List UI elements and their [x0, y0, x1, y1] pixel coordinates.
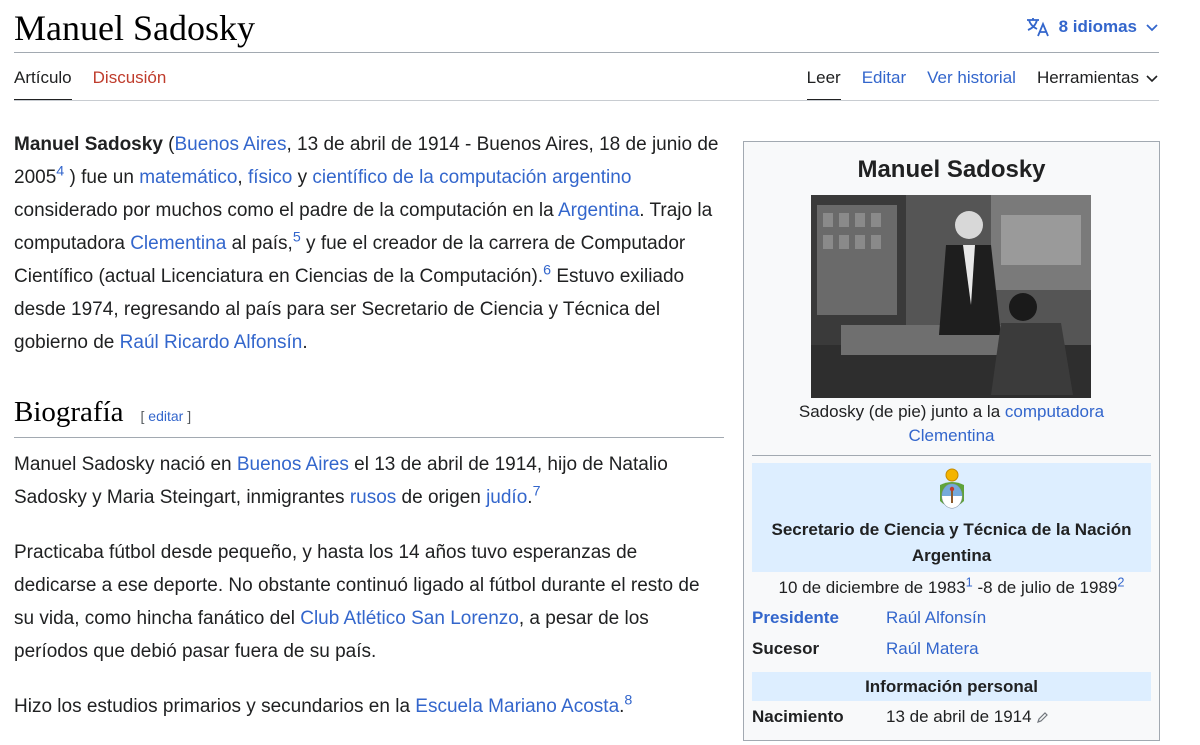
- page-header: Manuel Sadosky 8 idiomas: [14, 0, 1159, 53]
- text: ) fue un: [64, 167, 140, 188]
- personal-info-heading: Información personal: [752, 672, 1151, 701]
- office-dates: 10 de diciembre de 19831 -8 de julio de …: [744, 574, 1159, 602]
- page-title: Manuel Sadosky: [14, 8, 255, 48]
- link-escuela-mariano-acosta[interactable]: Escuela Mariano Acosta: [415, 696, 619, 717]
- article-body: Manuel Sadosky (Buenos Aires, 13 de abri…: [14, 128, 724, 745]
- link-san-lorenzo[interactable]: Club Atlético San Lorenzo: [300, 608, 519, 629]
- text: (: [162, 134, 175, 155]
- link-buenos-aires[interactable]: Buenos Aires: [237, 454, 349, 475]
- tab-history[interactable]: Ver historial: [927, 64, 1016, 101]
- bio-paragraph-2: Practicaba fútbol desde pequeño, y hasta…: [14, 536, 724, 668]
- link-cientifico-computacion[interactable]: científico de la computación argentino: [312, 167, 631, 188]
- tools-label: Herramientas: [1036, 68, 1139, 87]
- reference-2[interactable]: 2: [1117, 574, 1124, 589]
- text: Hizo los estudios primarios y secundario…: [14, 696, 416, 717]
- office-header: Secretario de Ciencia y Técnica de la Na…: [752, 463, 1151, 572]
- photo-illustration: [811, 195, 1091, 398]
- namespace-tabs: Artículo Discusión: [14, 64, 166, 101]
- link-raul-alfonsin[interactable]: Raúl Ricardo Alfonsín: [120, 332, 303, 353]
- reference-5[interactable]: 5: [293, 230, 301, 246]
- bio-paragraph-1: Manuel Sadosky nació en Buenos Aires el …: [14, 448, 724, 514]
- photo-caption: Sadosky (de pie) junto a la computadora …: [744, 400, 1159, 448]
- successor-row: Sucesor Raúl Matera: [752, 633, 1151, 664]
- text: y: [292, 167, 313, 188]
- reference-1[interactable]: 1: [966, 574, 973, 589]
- infobox-title: Manuel Sadosky: [857, 156, 1046, 183]
- link-argentina[interactable]: Argentina: [558, 200, 639, 221]
- bio-paragraph-3: Hizo los estudios primarios y secundario…: [14, 690, 724, 723]
- infobox: Manuel Sadosky Sadosky (de pie) junto a …: [743, 141, 1160, 741]
- language-button[interactable]: 8 idiomas: [1025, 16, 1159, 38]
- coat-of-arms-icon: [939, 468, 964, 509]
- link-fisico[interactable]: físico: [248, 167, 292, 188]
- intro-paragraph: Manuel Sadosky (Buenos Aires, 13 de abri…: [14, 128, 724, 359]
- text: Manuel Sadosky nació en: [14, 454, 237, 475]
- section-edit: [ editar ]: [141, 400, 192, 433]
- view-tabs: Leer Editar Ver historial Herramientas: [806, 64, 1159, 101]
- office-title: Secretario de Ciencia y Técnica de la Na…: [771, 520, 1132, 565]
- caption-text: Sadosky (de pie) junto a la: [798, 402, 1005, 421]
- section-heading-biografia: Biografía [ editar ]: [14, 393, 724, 438]
- date-start: 10 de diciembre de 1983: [778, 578, 966, 597]
- language-count-label: 8 idiomas: [1058, 17, 1137, 36]
- chevron-down-icon: [1146, 75, 1158, 83]
- birth-value: 13 de abril de 1914: [886, 701, 1049, 732]
- president-value[interactable]: Raúl Alfonsín: [886, 602, 986, 633]
- bracket: ]: [183, 408, 192, 424]
- date-end: -8 de julio de 1989: [972, 578, 1118, 597]
- reference-6[interactable]: 6: [543, 263, 551, 279]
- tab-talk[interactable]: Discusión: [93, 64, 167, 101]
- tab-article[interactable]: Artículo: [14, 64, 72, 101]
- tools-menu[interactable]: Herramientas: [1037, 64, 1159, 101]
- successor-value[interactable]: Raúl Matera: [886, 633, 979, 664]
- tab-edit[interactable]: Editar: [862, 64, 906, 101]
- chevron-down-icon: [1146, 24, 1158, 32]
- reference-7[interactable]: 7: [533, 484, 541, 500]
- birth-date: 13 de abril de 1914: [886, 707, 1032, 726]
- section-title: Biografía: [14, 396, 124, 428]
- link-rusos[interactable]: rusos: [350, 487, 396, 508]
- tab-read[interactable]: Leer: [806, 64, 841, 101]
- text: al país,: [226, 233, 293, 254]
- president-row: Presidente Raúl Alfonsín: [752, 602, 1151, 633]
- president-label[interactable]: Presidente: [752, 602, 886, 633]
- pencil-icon[interactable]: [1036, 711, 1049, 724]
- text: ,: [237, 167, 248, 188]
- infobox-photo[interactable]: [811, 195, 1091, 398]
- text: .: [302, 332, 308, 353]
- translate-icon: [1026, 18, 1049, 37]
- tabs-divider: [14, 100, 1159, 101]
- subject-name: Manuel Sadosky: [14, 134, 163, 155]
- successor-label: Sucesor: [752, 639, 820, 658]
- edit-section-link[interactable]: editar: [148, 408, 183, 424]
- text: de origen: [396, 487, 487, 508]
- coat-of-arms-emblem[interactable]: [752, 463, 1151, 517]
- link-judio[interactable]: judío: [486, 487, 527, 508]
- reference-8[interactable]: 8: [624, 693, 632, 709]
- birth-label: Nacimiento: [752, 707, 844, 726]
- infobox-divider: [752, 455, 1151, 456]
- text: considerado por muchos como el padre de …: [14, 200, 558, 221]
- birth-row: Nacimiento 13 de abril de 1914: [752, 701, 1151, 732]
- link-buenos-aires[interactable]: Buenos Aires: [175, 134, 287, 155]
- link-clementina[interactable]: Clementina: [130, 233, 226, 254]
- link-matematico[interactable]: matemático: [139, 167, 237, 188]
